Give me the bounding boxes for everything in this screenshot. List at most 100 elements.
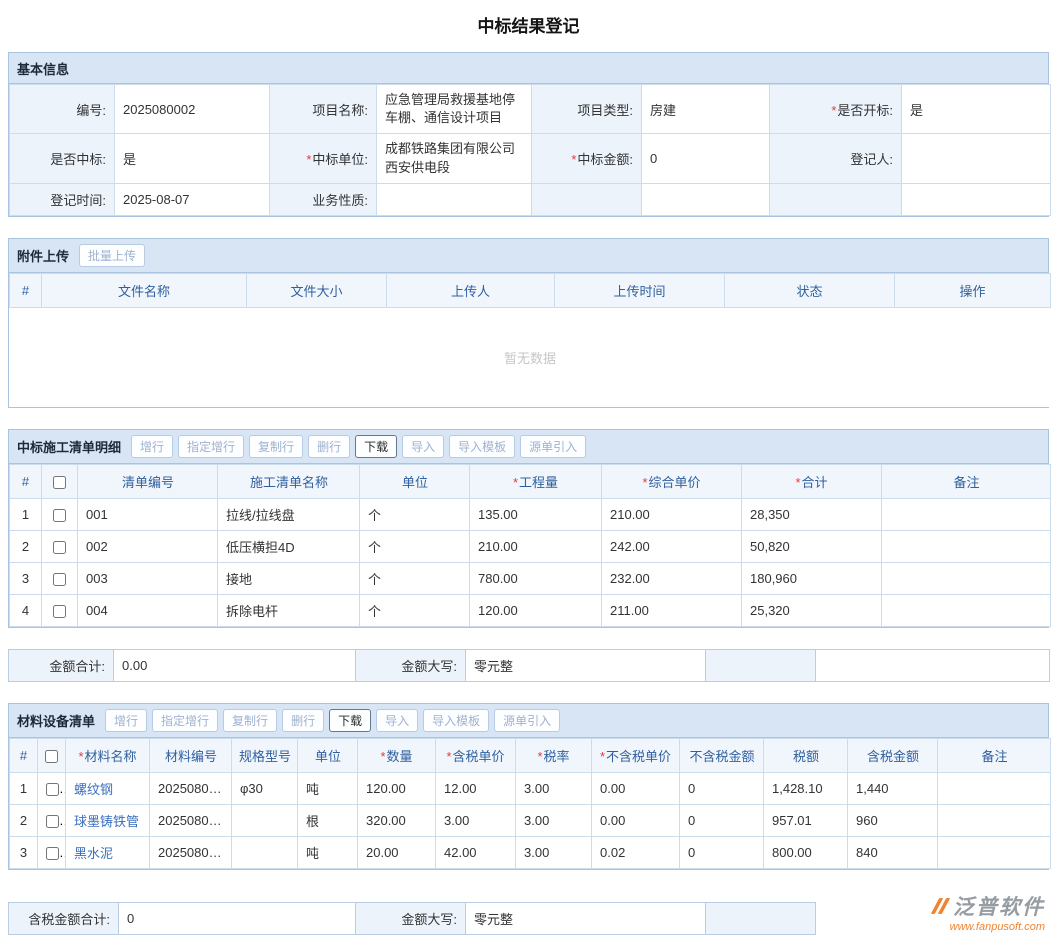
attachments-table: # 文件名称 文件大小 上传人 上传时间 状态 操作 暂无数据: [9, 273, 1051, 408]
cell-list-name: 接地: [218, 563, 360, 595]
row-checkbox[interactable]: [53, 541, 66, 554]
cell-index: 2: [10, 531, 42, 563]
materials-source-import-button[interactable]: 源单引入: [494, 709, 560, 732]
field-label-business-nature: 业务性质:: [270, 183, 377, 215]
cell-list-name: 低压横担4D: [218, 531, 360, 563]
col-actions: 操作: [895, 273, 1051, 307]
bid-insert-row-button[interactable]: 指定增行: [178, 435, 244, 458]
bid-select-all-checkbox[interactable]: [53, 476, 66, 489]
bid-summary-row: 金额合计: 0.00 金额大写: 零元整: [9, 650, 1050, 682]
cell-material-name: 螺纹钢: [66, 773, 150, 805]
field-value-code: 2025080002: [115, 85, 270, 134]
col-quantity: *工程量: [470, 465, 602, 499]
materials-copy-row-button[interactable]: 复制行: [223, 709, 277, 732]
empty-value-cell: [902, 183, 1051, 215]
cell-notax-amount: 0: [680, 773, 764, 805]
field-value-business-nature: [377, 183, 532, 215]
materials-add-row-button[interactable]: 增行: [105, 709, 147, 732]
field-value-register-time: 2025-08-07: [115, 183, 270, 215]
brand-mark-icon: [935, 898, 949, 914]
col-note: 备注: [882, 465, 1051, 499]
empty-value-cell: [816, 650, 1050, 682]
basic-info-section: 基本信息 编号: 2025080002 项目名称: 应急管理局救援基地停车棚、通…: [8, 52, 1049, 217]
row-checkbox[interactable]: [46, 847, 59, 860]
col-notax-amount: 不含税金额: [680, 739, 764, 773]
table-row: 3 003 接地 个 780.00 232.00 180,960: [10, 563, 1051, 595]
attachments-header: 附件上传 批量上传: [9, 239, 1048, 273]
material-link[interactable]: 黑水泥: [74, 846, 113, 861]
cell-tax-rate: 3.00: [516, 773, 592, 805]
amount-caps-value: 零元整: [466, 903, 706, 935]
basic-info-row: 是否中标: 是 *中标单位: 成都铁路集团有限公司西安供电段 *中标金额: 0 …: [10, 134, 1051, 183]
materials-import-template-button[interactable]: 导入模板: [423, 709, 489, 732]
bid-items-section: 中标施工清单明细 增行 指定增行 复制行 删行 下载 导入 导入模板 源单引入 …: [8, 429, 1049, 628]
materials-toolbar: 材料设备清单 增行 指定增行 复制行 删行 下载 导入 导入模板 源单引入: [9, 704, 1048, 738]
row-checkbox[interactable]: [46, 783, 59, 796]
bid-source-import-button[interactable]: 源单引入: [520, 435, 586, 458]
table-row: 1 螺纹钢 2025080001 φ30 吨 120.00 12.00 3.00…: [10, 773, 1051, 805]
row-checkbox[interactable]: [53, 573, 66, 586]
field-value-bid-opened: 是: [902, 85, 1051, 134]
cell-unit: 个: [360, 595, 470, 627]
cell-tax-amount: 957.01: [764, 805, 848, 837]
page: 中标结果登记 基本信息 编号: 2025080002 项目名称: 应急管理局救援…: [0, 0, 1057, 945]
bid-summary-bar: 金额合计: 0.00 金额大写: 零元整: [8, 649, 1050, 682]
bid-copy-row-button[interactable]: 复制行: [249, 435, 303, 458]
bid-import-template-button[interactable]: 导入模板: [449, 435, 515, 458]
row-checkbox[interactable]: [46, 815, 59, 828]
amount-caps-value: 零元整: [466, 650, 706, 682]
cell-note: [938, 773, 1051, 805]
bid-items-header-row: # 清单编号 施工清单名称 单位 *工程量 *综合单价 *合计 备注: [10, 465, 1051, 499]
cell-unit: 吨: [298, 773, 358, 805]
bid-items-title: 中标施工清单明细: [17, 437, 121, 456]
amount-total-value: 0.00: [114, 650, 356, 682]
cell-total-with-tax: 840: [848, 837, 938, 869]
cell-note: [882, 499, 1051, 531]
cell-note: [938, 837, 1051, 869]
col-quantity: *数量: [358, 739, 436, 773]
materials-insert-row-button[interactable]: 指定增行: [152, 709, 218, 732]
cell-unit: 吨: [298, 837, 358, 869]
col-tax-amount: 税额: [764, 739, 848, 773]
cell-material-code: 2025080004: [150, 805, 232, 837]
cell-index: 2: [10, 805, 38, 837]
field-label-register-time: 登记时间:: [10, 183, 115, 215]
cell-unit: 个: [360, 499, 470, 531]
bid-import-button[interactable]: 导入: [402, 435, 444, 458]
materials-delete-row-button[interactable]: 删行: [282, 709, 324, 732]
attachments-header-row: # 文件名称 文件大小 上传人 上传时间 状态 操作: [10, 273, 1051, 307]
bid-download-button[interactable]: 下载: [355, 435, 397, 458]
material-link[interactable]: 球墨铸铁管: [74, 814, 139, 829]
cell-tax-rate: 3.00: [516, 805, 592, 837]
brand-url: www.fanpusoft.com: [935, 921, 1045, 933]
bid-delete-row-button[interactable]: 删行: [308, 435, 350, 458]
materials-select-all-checkbox[interactable]: [45, 750, 58, 763]
material-link[interactable]: 螺纹钢: [74, 782, 113, 797]
fanpu-logo: 泛普软件 www.fanpusoft.com: [935, 891, 1049, 935]
cell-unit-price: 211.00: [602, 595, 742, 627]
cell-notax-amount: 0: [680, 837, 764, 869]
tax-total-label: 含税金额合计:: [9, 903, 119, 935]
materials-import-button[interactable]: 导入: [376, 709, 418, 732]
materials-download-button[interactable]: 下载: [329, 709, 371, 732]
materials-title: 材料设备清单: [17, 711, 95, 730]
cell-index: 4: [10, 595, 42, 627]
materials-table: # *材料名称 材料编号 规格型号 单位 *数量 *含税单价 *税率 *不含税单…: [9, 738, 1051, 869]
field-value-registrant: [902, 134, 1051, 183]
batch-upload-button[interactable]: 批量上传: [79, 244, 145, 267]
cell-total-with-tax: 1,440: [848, 773, 938, 805]
cell-index: 3: [10, 837, 38, 869]
cell-index: 3: [10, 563, 42, 595]
basic-info-table: 编号: 2025080002 项目名称: 应急管理局救援基地停车棚、通信设计项目…: [9, 84, 1051, 216]
basic-info-header: 基本信息: [9, 53, 1048, 84]
cell-unit-price: 232.00: [602, 563, 742, 595]
cell-index: 1: [10, 773, 38, 805]
cell-list-name: 拉线/拉线盘: [218, 499, 360, 531]
row-checkbox[interactable]: [53, 605, 66, 618]
row-checkbox[interactable]: [53, 509, 66, 522]
bid-add-row-button[interactable]: 增行: [131, 435, 173, 458]
cell-tax-amount: 1,428.10: [764, 773, 848, 805]
col-index: #: [10, 273, 42, 307]
col-index: #: [10, 739, 38, 773]
amount-total-label: 金额合计:: [9, 650, 114, 682]
